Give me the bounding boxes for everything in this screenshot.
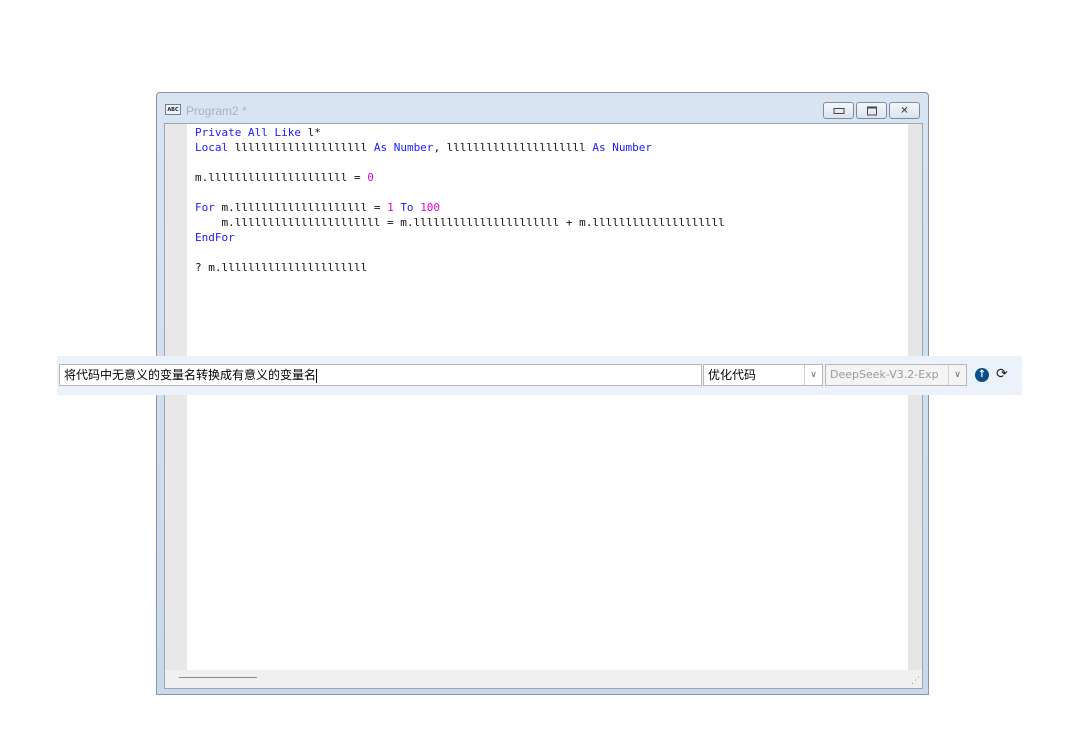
window-title: Program2 * — [186, 104, 247, 118]
ai-prompt-bar: 将代码中无意义的变量名转换成有意义的变量名 优化代码 ∨ DeepSeek-V3… — [57, 356, 1022, 395]
code-line: EndFor — [195, 231, 235, 244]
minimize-icon — [833, 107, 844, 114]
prompt-input[interactable]: 将代码中无意义的变量名转换成有意义的变量名 — [59, 364, 702, 386]
window-controls: ✕ — [823, 102, 920, 119]
maximize-icon — [866, 106, 877, 115]
close-button[interactable]: ✕ — [889, 102, 920, 119]
close-icon: ✕ — [900, 105, 909, 116]
resize-grip-icon[interactable]: ⋰ — [911, 676, 920, 686]
code-line: ? m.llllllllllllllllllllll — [195, 261, 368, 274]
line-gutter — [165, 124, 187, 688]
code-line: m.lllllllllllllllllllll = 0 — [195, 171, 374, 184]
refresh-button[interactable]: ⟳ — [996, 366, 1008, 382]
abc-document-icon: ABC — [165, 104, 181, 115]
action-select[interactable]: 优化代码 ∨ — [703, 364, 823, 386]
chevron-down-icon[interactable]: ∨ — [948, 365, 966, 385]
send-button[interactable]: ↑ — [975, 368, 989, 382]
code-text[interactable]: Private All Like l* Local lllllllllllllll… — [195, 125, 725, 275]
code-line: Private All Like l* — [195, 126, 321, 139]
maximize-button[interactable] — [856, 102, 887, 119]
chevron-down-icon[interactable]: ∨ — [804, 365, 822, 385]
minimize-button[interactable] — [823, 102, 854, 119]
scroll-thumb[interactable] — [179, 677, 257, 678]
vertical-scrollbar[interactable] — [908, 124, 922, 688]
code-line: For m.llllllllllllllllllll = 1 To 100 — [195, 201, 441, 214]
code-line: m.llllllllllllllllllllll = m.lllllllllll… — [195, 216, 725, 229]
refresh-icon: ⟳ — [996, 366, 1008, 382]
code-line: Local llllllllllllllllllll As Number, ll… — [195, 141, 652, 154]
horizontal-scrollbar[interactable]: ⋰ — [165, 670, 922, 688]
text-caret — [316, 368, 318, 383]
arrow-up-circle-icon: ↑ — [977, 369, 987, 380]
model-select[interactable]: DeepSeek-V3.2-Exp ∨ — [825, 364, 967, 386]
title-bar[interactable]: ABC Program2 * ✕ — [157, 93, 928, 123]
code-editor[interactable]: Private All Like l* Local lllllllllllllll… — [164, 123, 923, 689]
action-select-value: 优化代码 — [708, 368, 757, 382]
model-select-value: DeepSeek-V3.2-Exp — [830, 368, 939, 381]
